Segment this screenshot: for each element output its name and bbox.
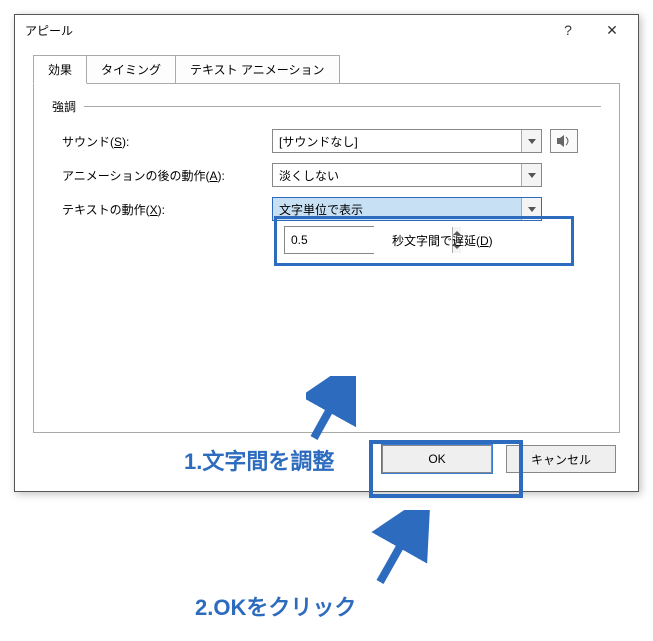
sound-value: [サウンドなし]: [273, 133, 521, 150]
chevron-down-icon: [521, 130, 541, 152]
cancel-button[interactable]: キャンセル: [506, 445, 616, 473]
tab-effect[interactable]: 効果: [33, 55, 87, 84]
tab-strip: 効果 タイミング テキスト アニメーション: [33, 55, 628, 84]
effect-panel: 強調 サウンド(S): [サウンドなし] アニメーションの: [33, 83, 620, 433]
row-after-animation: アニメーションの後の動作(A): 淡くしない: [52, 163, 601, 187]
speaker-icon: [557, 135, 571, 147]
group-divider: [84, 106, 601, 107]
chevron-down-icon: [521, 198, 541, 220]
after-animation-combobox[interactable]: 淡くしない: [272, 163, 542, 187]
animation-options-dialog: アピール ? ✕ 効果 タイミング テキスト アニメーション 強調 サウンド(S…: [14, 14, 639, 492]
close-button[interactable]: ✕: [590, 16, 634, 44]
text-animation-combobox[interactable]: 文字単位で表示: [272, 197, 542, 221]
annotation-arrow-1: [306, 376, 356, 446]
tab-text-animation[interactable]: テキスト アニメーション: [176, 55, 340, 84]
annotation-text-1: 1.文字間を調整: [184, 444, 334, 476]
sound-combobox[interactable]: [サウンドなし]: [272, 129, 542, 153]
help-button[interactable]: ?: [546, 16, 590, 44]
label-sound: サウンド(S):: [62, 133, 272, 150]
dialog-button-row: OK キャンセル: [382, 445, 616, 473]
titlebar: アピール ? ✕: [15, 15, 638, 45]
row-delay: 秒文字間で遅延(D): [284, 226, 493, 254]
ok-button[interactable]: OK: [382, 445, 492, 473]
chevron-down-icon: [521, 164, 541, 186]
annotation-arrow-2: [370, 510, 430, 590]
annotation-text-2: 2.OKをクリック: [195, 590, 356, 622]
group-emphasis-label: 強調: [52, 98, 84, 115]
group-emphasis: 強調: [52, 98, 601, 115]
text-value: 文字単位で表示: [273, 201, 521, 218]
after-value: 淡くしない: [273, 167, 521, 184]
label-delay: 秒文字間で遅延(D): [392, 232, 493, 249]
row-text-animation: テキストの動作(X): 文字単位で表示: [52, 197, 601, 221]
label-after: アニメーションの後の動作(A):: [62, 167, 272, 184]
row-sound: サウンド(S): [サウンドなし]: [52, 129, 601, 153]
tab-timing[interactable]: タイミング: [87, 55, 176, 84]
dialog-title: アピール: [25, 22, 546, 39]
play-sound-button[interactable]: [550, 129, 578, 153]
label-text: テキストの動作(X):: [62, 201, 272, 218]
delay-spinner[interactable]: [284, 226, 374, 254]
